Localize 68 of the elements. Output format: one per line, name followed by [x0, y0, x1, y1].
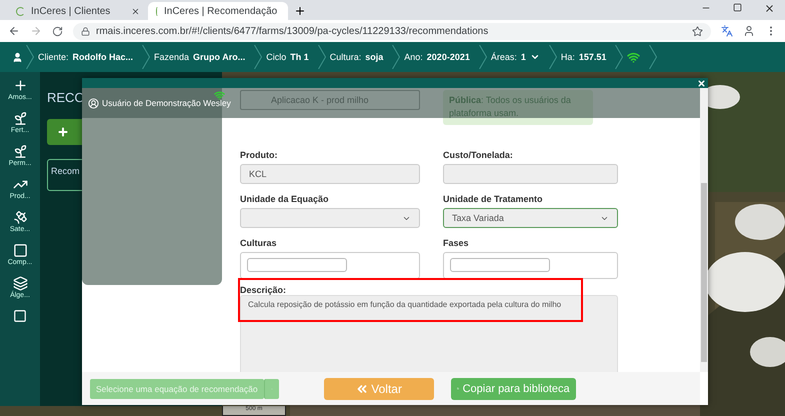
sidebar-icon[interactable]	[12, 111, 28, 126]
wifi-icon	[214, 90, 225, 100]
crumb-label: Cliente:	[38, 52, 69, 62]
tags-field[interactable]	[240, 252, 420, 279]
field-label: Unidade da Equação	[240, 194, 330, 204]
crumb-value[interactable]: soja	[365, 52, 384, 62]
chevron-icon[interactable]	[530, 52, 540, 62]
user-icon	[88, 98, 99, 108]
field-label: Unidade de Tratamento	[443, 194, 544, 204]
text-field[interactable]: KCL	[240, 164, 420, 184]
tab-icon	[16, 6, 25, 16]
account-icon[interactable]	[743, 25, 755, 37]
field-label: Descrição:	[240, 285, 288, 295]
star-icon[interactable]	[692, 26, 703, 36]
new-tab-icon[interactable]	[294, 5, 306, 17]
tag-input[interactable]	[450, 258, 550, 272]
visibility-alert: Pública: Todos os usuários da plataforma usam.	[443, 90, 593, 125]
chevron-icon	[478, 45, 487, 69]
text-field[interactable]	[443, 164, 618, 184]
tag-input[interactable]	[247, 258, 347, 272]
lock-icon	[81, 26, 90, 36]
crumb-label: Ha:	[560, 52, 575, 62]
chevron-icon	[318, 45, 326, 69]
crumb-label: Ano:	[404, 52, 423, 62]
browser-tab[interactable]: InCeres | Clientes	[8, 2, 148, 20]
sidebar-icon[interactable]	[12, 78, 28, 93]
sidebar-icon[interactable]	[12, 144, 28, 159]
crumb-label: Fazenda	[154, 52, 190, 62]
reload-icon[interactable]	[52, 26, 63, 36]
select-field[interactable]: Taxa Variada	[443, 208, 618, 228]
crumb-value[interactable]: Grupo Aro...	[193, 52, 246, 62]
sidebar-icon[interactable]	[13, 309, 27, 323]
field-label: Fases	[443, 238, 470, 248]
chevron-icon	[615, 45, 624, 69]
description-field[interactable]: Calcula reposição de potássio em função da quantidade exportada pela cultura do milho	[240, 295, 618, 372]
field-label: Produto:	[240, 150, 278, 160]
browser-tab[interactable]: InCeres | Recomendação	[148, 2, 288, 20]
wifi-icon	[627, 50, 640, 64]
tags-field[interactable]	[443, 252, 618, 279]
chevron-icon	[142, 45, 150, 69]
chevron-icon	[392, 45, 400, 69]
user-icon[interactable]	[12, 52, 23, 62]
crumb-value[interactable]: Rodolfo Hac...	[72, 52, 134, 62]
sidebar-icon[interactable]	[12, 243, 28, 258]
crumb-label: Cultura:	[330, 52, 362, 62]
address-bar[interactable]: rmais.inceres.com.br/#!/clients/6477/farms/13009/pa-cycles/11229133/recommendations	[73, 22, 711, 40]
crumb-value[interactable]: 1	[520, 52, 526, 62]
chevron-icon	[26, 45, 34, 69]
chevron-icon	[649, 45, 658, 69]
crumb-label: Áreas:	[490, 52, 517, 62]
chevron-icon	[254, 45, 262, 69]
plus-icon	[57, 126, 69, 138]
crumb-value[interactable]: Th 1	[290, 52, 309, 62]
close-icon[interactable]	[131, 6, 140, 16]
close-icon[interactable]	[764, 2, 775, 14]
back-icon[interactable]	[8, 25, 20, 37]
scrollbar[interactable]	[700, 88, 708, 372]
crumb-label: Ciclo	[266, 52, 286, 62]
field-label: Custo/Tonelada:	[443, 150, 514, 160]
translate-icon[interactable]	[721, 25, 733, 37]
select-field[interactable]	[240, 208, 420, 228]
sidebar-icon[interactable]	[12, 276, 28, 291]
maximize-icon[interactable]	[733, 2, 742, 12]
field-label: Culturas	[240, 238, 278, 248]
crumb-value[interactable]: 157.51	[578, 52, 606, 62]
chevron-icon	[548, 45, 557, 69]
sidebar-icon[interactable]	[12, 210, 28, 225]
crumb-value[interactable]: 2020-2021	[426, 52, 470, 62]
